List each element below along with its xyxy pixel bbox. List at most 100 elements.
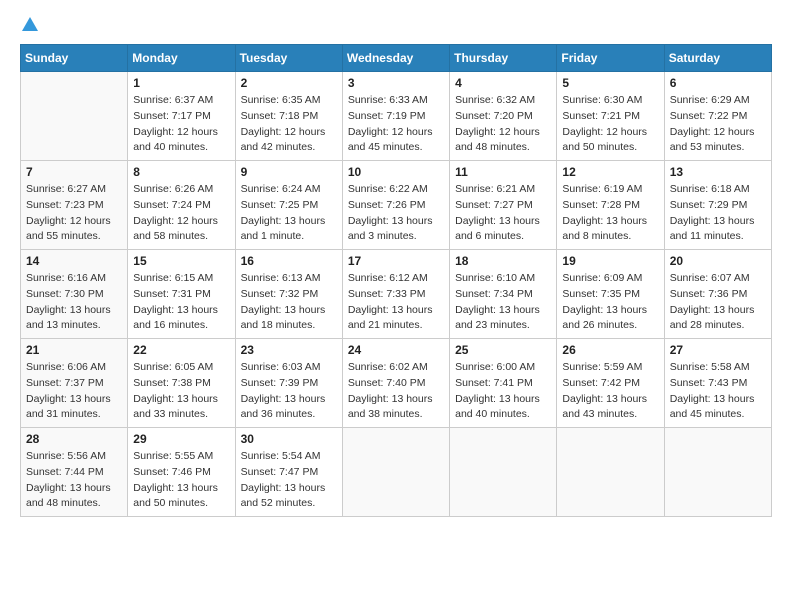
day-info: Sunrise: 6:24 AMSunset: 7:25 PMDaylight:… (241, 182, 337, 245)
day-number: 27 (670, 343, 766, 357)
day-number: 9 (241, 165, 337, 179)
calendar-cell (664, 428, 771, 517)
calendar-cell: 18Sunrise: 6:10 AMSunset: 7:34 PMDayligh… (450, 250, 557, 339)
calendar-cell: 27 Sunrise: 5:58 AMSunset: 7:43 PMDayligh… (664, 339, 771, 428)
calendar-cell: 22 Sunrise: 6:05 AMSunset: 7:38 PMDayligh… (128, 339, 235, 428)
weekday-header-saturday: Saturday (664, 45, 771, 72)
calendar-cell: 11 Sunrise: 6:21 AMSunset: 7:27 PMDayligh… (450, 161, 557, 250)
day-number: 30 (241, 432, 337, 446)
calendar-cell: 5 Sunrise: 6:30 AMSunset: 7:21 PMDaylight… (557, 72, 664, 161)
day-number: 25 (455, 343, 551, 357)
day-info: Sunrise: 5:56 AMSunset: 7:44 PMDaylight:… (26, 449, 122, 512)
day-number: 22 (133, 343, 229, 357)
calendar-cell: 7 Sunrise: 6:27 AMSunset: 7:23 PMDaylight… (21, 161, 128, 250)
calendar-cell: 17 Sunrise: 6:12 AMSunset: 7:33 PMDayligh… (342, 250, 449, 339)
day-number: 28 (26, 432, 122, 446)
calendar-cell: 16Sunrise: 6:13 AMSunset: 7:32 PMDayligh… (235, 250, 342, 339)
calendar-cell: 3 Sunrise: 6:33 AMSunset: 7:19 PMDaylight… (342, 72, 449, 161)
day-number: 12 (562, 165, 658, 179)
day-number: 13 (670, 165, 766, 179)
calendar-cell: 28 Sunrise: 5:56 AMSunset: 7:44 PMDayligh… (21, 428, 128, 517)
calendar-cell (342, 428, 449, 517)
weekday-header-thursday: Thursday (450, 45, 557, 72)
calendar-table: SundayMondayTuesdayWednesdayThursdayFrid… (20, 44, 772, 517)
day-info: Sunrise: 6:10 AMSunset: 7:34 PMDaylight:… (455, 271, 551, 334)
day-info: Sunrise: 6:16 AMSunset: 7:30 PMDaylight:… (26, 271, 122, 334)
day-number: 10 (348, 165, 444, 179)
day-number: 3 (348, 76, 444, 90)
day-info: Sunrise: 6:09 AMSunset: 7:35 PMDaylight:… (562, 271, 658, 334)
calendar-cell: 9 Sunrise: 6:24 AMSunset: 7:25 PMDaylight… (235, 161, 342, 250)
weekday-header-wednesday: Wednesday (342, 45, 449, 72)
day-info: Sunrise: 6:22 AMSunset: 7:26 PMDaylight:… (348, 182, 444, 245)
day-info: Sunrise: 6:12 AMSunset: 7:33 PMDaylight:… (348, 271, 444, 334)
calendar-cell: 8 Sunrise: 6:26 AMSunset: 7:24 PMDaylight… (128, 161, 235, 250)
day-number: 14 (26, 254, 122, 268)
day-info: Sunrise: 6:00 AMSunset: 7:41 PMDaylight:… (455, 360, 551, 423)
day-number: 11 (455, 165, 551, 179)
calendar-cell: 20 Sunrise: 6:07 AMSunset: 7:36 PMDayligh… (664, 250, 771, 339)
day-number: 20 (670, 254, 766, 268)
calendar-cell: 14 Sunrise: 6:16 AMSunset: 7:30 PMDayligh… (21, 250, 128, 339)
calendar-cell: 19 Sunrise: 6:09 AMSunset: 7:35 PMDayligh… (557, 250, 664, 339)
calendar-cell: 26 Sunrise: 5:59 AMSunset: 7:42 PMDayligh… (557, 339, 664, 428)
day-number: 24 (348, 343, 444, 357)
day-info: Sunrise: 6:06 AMSunset: 7:37 PMDaylight:… (26, 360, 122, 423)
calendar-cell: 1 Sunrise: 6:37 AMSunset: 7:17 PMDaylight… (128, 72, 235, 161)
day-info: Sunrise: 6:37 AMSunset: 7:17 PMDaylight:… (133, 93, 229, 156)
day-info: Sunrise: 5:54 AMSunset: 7:47 PMDaylight:… (241, 449, 337, 512)
calendar-cell: 12 Sunrise: 6:19 AMSunset: 7:28 PMDayligh… (557, 161, 664, 250)
day-number: 21 (26, 343, 122, 357)
calendar-cell: 2 Sunrise: 6:35 AMSunset: 7:18 PMDaylight… (235, 72, 342, 161)
day-number: 8 (133, 165, 229, 179)
calendar-cell: 15 Sunrise: 6:15 AMSunset: 7:31 PMDayligh… (128, 250, 235, 339)
day-info: Sunrise: 6:02 AMSunset: 7:40 PMDaylight:… (348, 360, 444, 423)
day-number: 26 (562, 343, 658, 357)
day-number: 5 (562, 76, 658, 90)
calendar-week-row: 1 Sunrise: 6:37 AMSunset: 7:17 PMDaylight… (21, 72, 772, 161)
logo-triangle-icon (22, 17, 38, 31)
day-info: Sunrise: 6:33 AMSunset: 7:19 PMDaylight:… (348, 93, 444, 156)
calendar-cell: 24 Sunrise: 6:02 AMSunset: 7:40 PMDayligh… (342, 339, 449, 428)
calendar-week-row: 7 Sunrise: 6:27 AMSunset: 7:23 PMDaylight… (21, 161, 772, 250)
day-info: Sunrise: 6:18 AMSunset: 7:29 PMDaylight:… (670, 182, 766, 245)
day-number: 29 (133, 432, 229, 446)
day-info: Sunrise: 6:07 AMSunset: 7:36 PMDaylight:… (670, 271, 766, 334)
calendar-cell: 29 Sunrise: 5:55 AMSunset: 7:46 PMDayligh… (128, 428, 235, 517)
day-info: Sunrise: 5:58 AMSunset: 7:43 PMDaylight:… (670, 360, 766, 423)
day-info: Sunrise: 6:15 AMSunset: 7:31 PMDaylight:… (133, 271, 229, 334)
day-number: 17 (348, 254, 444, 268)
calendar-week-row: 28 Sunrise: 5:56 AMSunset: 7:44 PMDayligh… (21, 428, 772, 517)
calendar-week-row: 21 Sunrise: 6:06 AMSunset: 7:37 PMDayligh… (21, 339, 772, 428)
day-info: Sunrise: 6:35 AMSunset: 7:18 PMDaylight:… (241, 93, 337, 156)
calendar-cell (557, 428, 664, 517)
calendar-cell (21, 72, 128, 161)
calendar-cell: 10 Sunrise: 6:22 AMSunset: 7:26 PMDayligh… (342, 161, 449, 250)
day-info: Sunrise: 6:05 AMSunset: 7:38 PMDaylight:… (133, 360, 229, 423)
day-info: Sunrise: 6:26 AMSunset: 7:24 PMDaylight:… (133, 182, 229, 245)
day-number: 15 (133, 254, 229, 268)
day-info: Sunrise: 6:13 AMSunset: 7:32 PMDaylight:… (241, 271, 337, 334)
day-info: Sunrise: 6:30 AMSunset: 7:21 PMDaylight:… (562, 93, 658, 156)
day-info: Sunrise: 5:55 AMSunset: 7:46 PMDaylight:… (133, 449, 229, 512)
calendar-week-row: 14 Sunrise: 6:16 AMSunset: 7:30 PMDayligh… (21, 250, 772, 339)
weekday-header-friday: Friday (557, 45, 664, 72)
day-info: Sunrise: 6:27 AMSunset: 7:23 PMDaylight:… (26, 182, 122, 245)
weekday-header-monday: Monday (128, 45, 235, 72)
calendar-cell: 4Sunrise: 6:32 AMSunset: 7:20 PMDaylight… (450, 72, 557, 161)
calendar-cell: 6 Sunrise: 6:29 AMSunset: 7:22 PMDaylight… (664, 72, 771, 161)
logo (20, 20, 38, 34)
day-number: 6 (670, 76, 766, 90)
day-info: Sunrise: 6:29 AMSunset: 7:22 PMDaylight:… (670, 93, 766, 156)
calendar-cell: 25 Sunrise: 6:00 AMSunset: 7:41 PMDayligh… (450, 339, 557, 428)
day-number: 23 (241, 343, 337, 357)
day-info: Sunrise: 6:21 AMSunset: 7:27 PMDaylight:… (455, 182, 551, 245)
calendar-cell: 21 Sunrise: 6:06 AMSunset: 7:37 PMDayligh… (21, 339, 128, 428)
calendar-cell: 23Sunrise: 6:03 AMSunset: 7:39 PMDayligh… (235, 339, 342, 428)
day-number: 7 (26, 165, 122, 179)
day-number: 2 (241, 76, 337, 90)
day-info: Sunrise: 6:19 AMSunset: 7:28 PMDaylight:… (562, 182, 658, 245)
day-number: 19 (562, 254, 658, 268)
day-number: 1 (133, 76, 229, 90)
day-info: Sunrise: 5:59 AMSunset: 7:42 PMDaylight:… (562, 360, 658, 423)
